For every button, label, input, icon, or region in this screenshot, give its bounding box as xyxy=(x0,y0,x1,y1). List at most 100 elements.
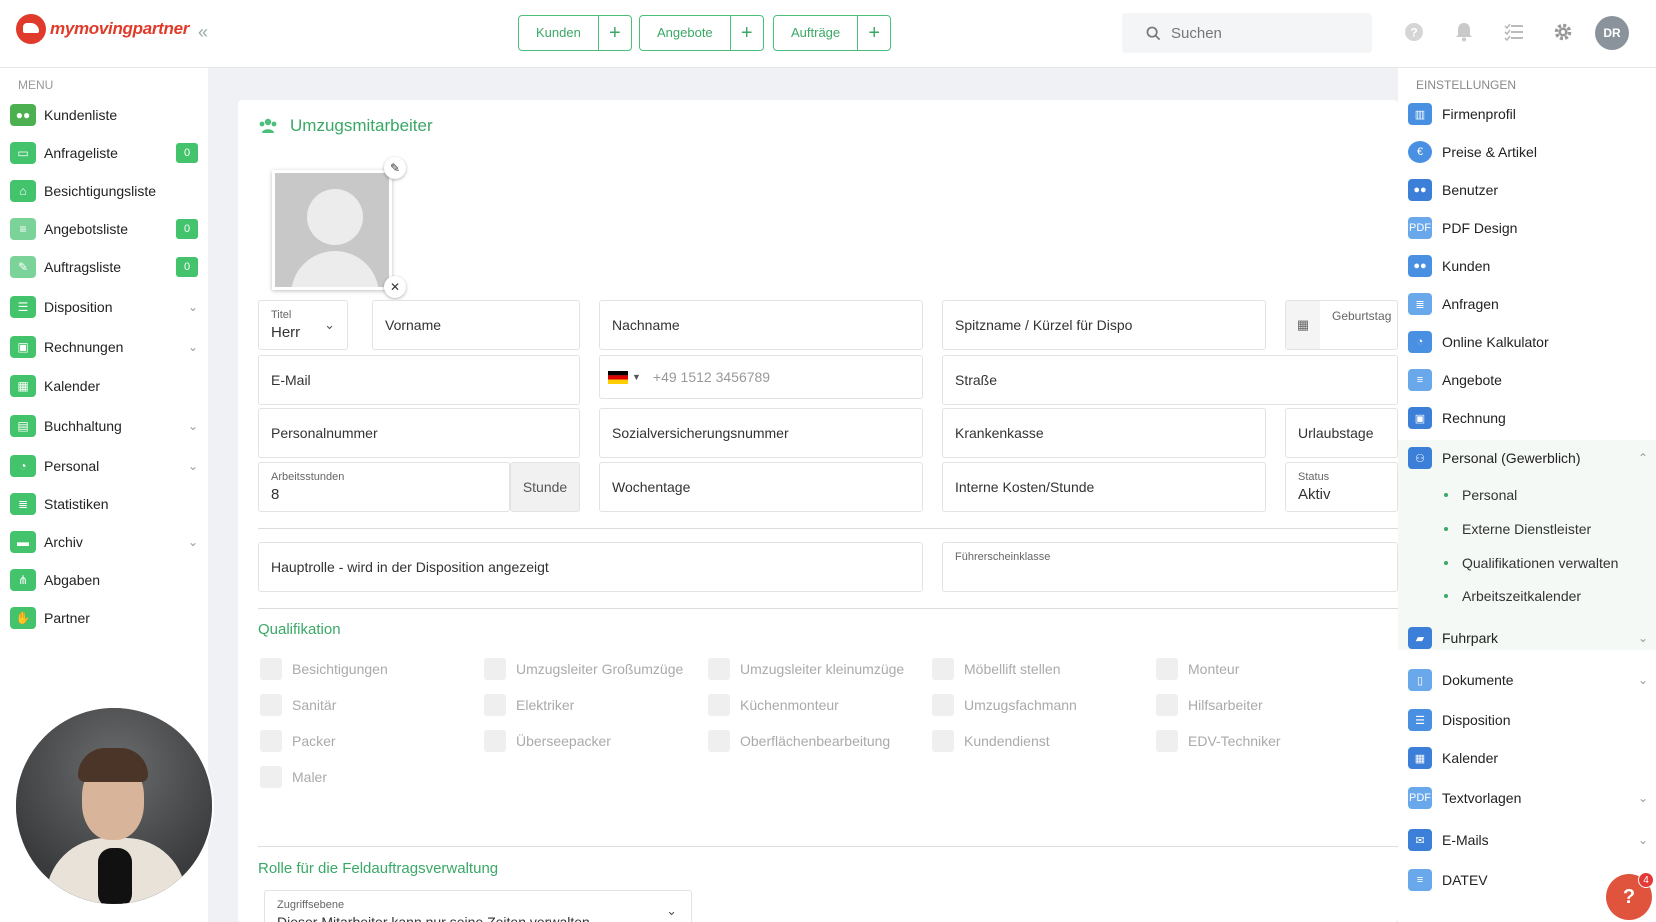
kunden-button[interactable]: Kunden xyxy=(519,16,599,50)
checkbox[interactable] xyxy=(708,694,730,716)
add-angebot-icon[interactable]: + xyxy=(731,16,763,50)
search-input[interactable]: Suchen xyxy=(1122,13,1372,53)
settings-item-online-kalkulator[interactable]: ◔ Online Kalkulator xyxy=(1408,325,1648,359)
phone-field[interactable]: ▼ +49 1512 3456789 xyxy=(599,355,923,399)
personalnummer-field[interactable]: Personalnummer xyxy=(258,408,580,458)
avatar[interactable]: DR xyxy=(1595,16,1629,50)
checkbox[interactable] xyxy=(484,730,506,752)
spitzname-field[interactable]: Spitzname / Kürzel für Dispo xyxy=(942,300,1266,350)
krankenkasse-field[interactable]: Krankenkasse xyxy=(942,408,1266,458)
sidebar-item-archiv[interactable]: ▬ Archiv ⌄ xyxy=(10,524,198,560)
sidebar-item-abgaben[interactable]: ⋔ Abgaben xyxy=(10,562,198,598)
checkbox[interactable] xyxy=(484,658,506,680)
checkbox[interactable] xyxy=(932,658,954,680)
sidebar-item-besichtigungsliste[interactable]: ⌂ Besichtigungsliste xyxy=(10,173,198,209)
sidebar-item-buchhaltung[interactable]: ▤ Buchhaltung ⌄ xyxy=(10,408,198,444)
checkbox-moebellift-stellen[interactable]: Möbellift stellen xyxy=(932,658,1061,680)
settings-item-preise-artikel[interactable]: € Preise & Artikel xyxy=(1408,135,1648,169)
vorname-field[interactable]: Vorname xyxy=(372,300,580,350)
chevron-down-icon[interactable]: ⌄ xyxy=(1638,631,1648,645)
strasse-field[interactable]: Straße xyxy=(942,355,1398,405)
checkbox[interactable] xyxy=(260,730,282,752)
settings-item-pdf-design[interactable]: PDF PDF Design xyxy=(1408,211,1648,245)
checkbox-maler[interactable]: Maler xyxy=(260,766,327,788)
nachname-field[interactable]: Nachname xyxy=(599,300,923,350)
checklist-icon[interactable] xyxy=(1502,20,1526,44)
checkbox-ueberseepacker[interactable]: Überseepacker xyxy=(484,730,611,752)
checkbox-elektriker[interactable]: Elektriker xyxy=(484,694,574,716)
checkbox-sanitaer[interactable]: Sanitär xyxy=(260,694,336,716)
add-kunde-icon[interactable]: + xyxy=(599,16,631,50)
settings-item-rechnung[interactable]: ▣ Rechnung xyxy=(1408,401,1648,435)
edit-photo-icon[interactable]: ✎ xyxy=(384,157,406,179)
checkbox-umzugsfachmann[interactable]: Umzugsfachmann xyxy=(932,694,1077,716)
checkbox[interactable] xyxy=(708,730,730,752)
checkbox-umzugsleiter-grossumzuege[interactable]: Umzugsleiter Großumzüge xyxy=(484,658,683,680)
settings-item-kunden[interactable]: ●● Kunden xyxy=(1408,249,1648,283)
zugriffsebene-select[interactable]: Zugriffsebene Dieser Mitarbeiter kann nu… xyxy=(264,890,692,922)
checkbox[interactable] xyxy=(1156,658,1178,680)
sidebar-item-kundenliste[interactable]: ●● Kundenliste xyxy=(10,97,198,133)
settings-item-kalender[interactable]: ▦ Kalender xyxy=(1408,741,1648,775)
logo[interactable]: mymovingpartner xyxy=(16,14,189,44)
sidebar-item-disposition[interactable]: ☰ Disposition ⌄ xyxy=(10,289,198,325)
chevron-down-icon[interactable]: ⌄ xyxy=(1638,673,1648,687)
checkbox-oberflaechenbearbeitung[interactable]: Oberflächenbearbeitung xyxy=(708,730,890,752)
remove-photo-icon[interactable]: ✕ xyxy=(384,276,406,298)
checkbox[interactable] xyxy=(1156,730,1178,752)
chevron-down-icon[interactable]: ⌄ xyxy=(1638,833,1648,847)
arbeitsstunden-field[interactable]: Arbeitsstunden 8 xyxy=(258,462,510,512)
sidebar-item-statistiken[interactable]: ≣ Statistiken xyxy=(10,486,198,522)
checkbox[interactable] xyxy=(260,766,282,788)
sidebar-item-partner[interactable]: ✋ Partner xyxy=(10,600,198,636)
checkbox[interactable] xyxy=(260,694,282,716)
chevron-down-icon[interactable]: ⌄ xyxy=(188,340,198,354)
auftraege-button[interactable]: Aufträge xyxy=(774,16,859,50)
checkbox-hilfsarbeiter[interactable]: Hilfsarbeiter xyxy=(1156,694,1263,716)
chevron-down-icon[interactable]: ⌄ xyxy=(188,459,198,473)
sidebar-item-kalender[interactable]: ▦ Kalender xyxy=(10,368,198,404)
chevron-down-icon[interactable]: ⌄ xyxy=(1638,791,1648,805)
gear-icon[interactable] xyxy=(1551,20,1575,44)
sidebar-item-angebotsliste[interactable]: ≡ Angebotsliste 0 xyxy=(10,211,198,247)
checkbox-monteur[interactable]: Monteur xyxy=(1156,658,1239,680)
checkbox[interactable] xyxy=(484,694,506,716)
checkbox-umzugsleiter-kleinumzuege[interactable]: Umzugsleiter kleinumzüge xyxy=(708,658,904,680)
settings-item-firmenprofil[interactable]: ▥ Firmenprofil xyxy=(1408,97,1648,131)
chevron-up-icon[interactable]: ⌃ xyxy=(1638,451,1648,465)
geburtstag-field[interactable]: ▦ Geburtstag xyxy=(1285,300,1398,350)
chevron-down-icon[interactable]: ⌄ xyxy=(188,535,198,549)
sidebar-item-auftragsliste[interactable]: ✎ Auftragsliste 0 xyxy=(10,249,198,285)
settings-item-dokumente[interactable]: ▯ Dokumente ⌄ xyxy=(1408,663,1648,697)
settings-item-anfragen[interactable]: ≣ Anfragen xyxy=(1408,287,1648,321)
checkbox[interactable] xyxy=(1156,694,1178,716)
settings-item-disposition[interactable]: ☰ Disposition xyxy=(1408,703,1648,737)
checkbox-edv-techniker[interactable]: EDV-Techniker xyxy=(1156,730,1281,752)
country-select[interactable]: ▼ xyxy=(608,370,641,384)
checkbox[interactable] xyxy=(932,694,954,716)
checkbox[interactable] xyxy=(932,730,954,752)
checkbox-packer[interactable]: Packer xyxy=(260,730,336,752)
add-auftrag-icon[interactable]: + xyxy=(858,16,890,50)
checkbox[interactable] xyxy=(260,658,282,680)
sidebar-item-personal[interactable]: ◔ Personal ⌄ xyxy=(10,448,198,484)
checkbox-kuechenmonteur[interactable]: Küchenmonteur xyxy=(708,694,839,716)
hauptrolle-select[interactable]: Hauptrolle - wird in der Disposition ang… xyxy=(258,542,923,592)
bell-icon[interactable] xyxy=(1452,20,1476,44)
angebote-button[interactable]: Angebote xyxy=(640,16,731,50)
interne-kosten-field[interactable]: Interne Kosten/Stunde xyxy=(942,462,1266,512)
subitem-personal[interactable]: Personal xyxy=(1444,487,1517,503)
help-icon[interactable]: ? xyxy=(1402,20,1426,44)
status-select[interactable]: Status Aktiv xyxy=(1285,462,1398,512)
chevron-down-icon[interactable]: ⌄ xyxy=(188,300,198,314)
chevron-down-icon[interactable]: ⌄ xyxy=(188,419,198,433)
settings-item-benutzer[interactable]: ●● Benutzer xyxy=(1408,173,1648,207)
sidebar-item-anfrageliste[interactable]: ▭ Anfrageliste 0 xyxy=(10,135,198,171)
checkbox-besichtigungen[interactable]: Besichtigungen xyxy=(260,658,388,680)
settings-item-personal-gewerblich[interactable]: ⚇ Personal (Gewerblich) ⌃ xyxy=(1408,441,1648,475)
settings-item-fuhrpark[interactable]: ▰ Fuhrpark ⌄ xyxy=(1408,621,1648,655)
settings-item-e-mails[interactable]: ✉ E-Mails ⌄ xyxy=(1408,823,1648,857)
subitem-externe-dienstleister[interactable]: Externe Dienstleister xyxy=(1444,521,1591,537)
settings-item-angebote[interactable]: ≡ Angebote xyxy=(1408,363,1648,397)
email-field[interactable]: E-Mail xyxy=(258,355,580,405)
